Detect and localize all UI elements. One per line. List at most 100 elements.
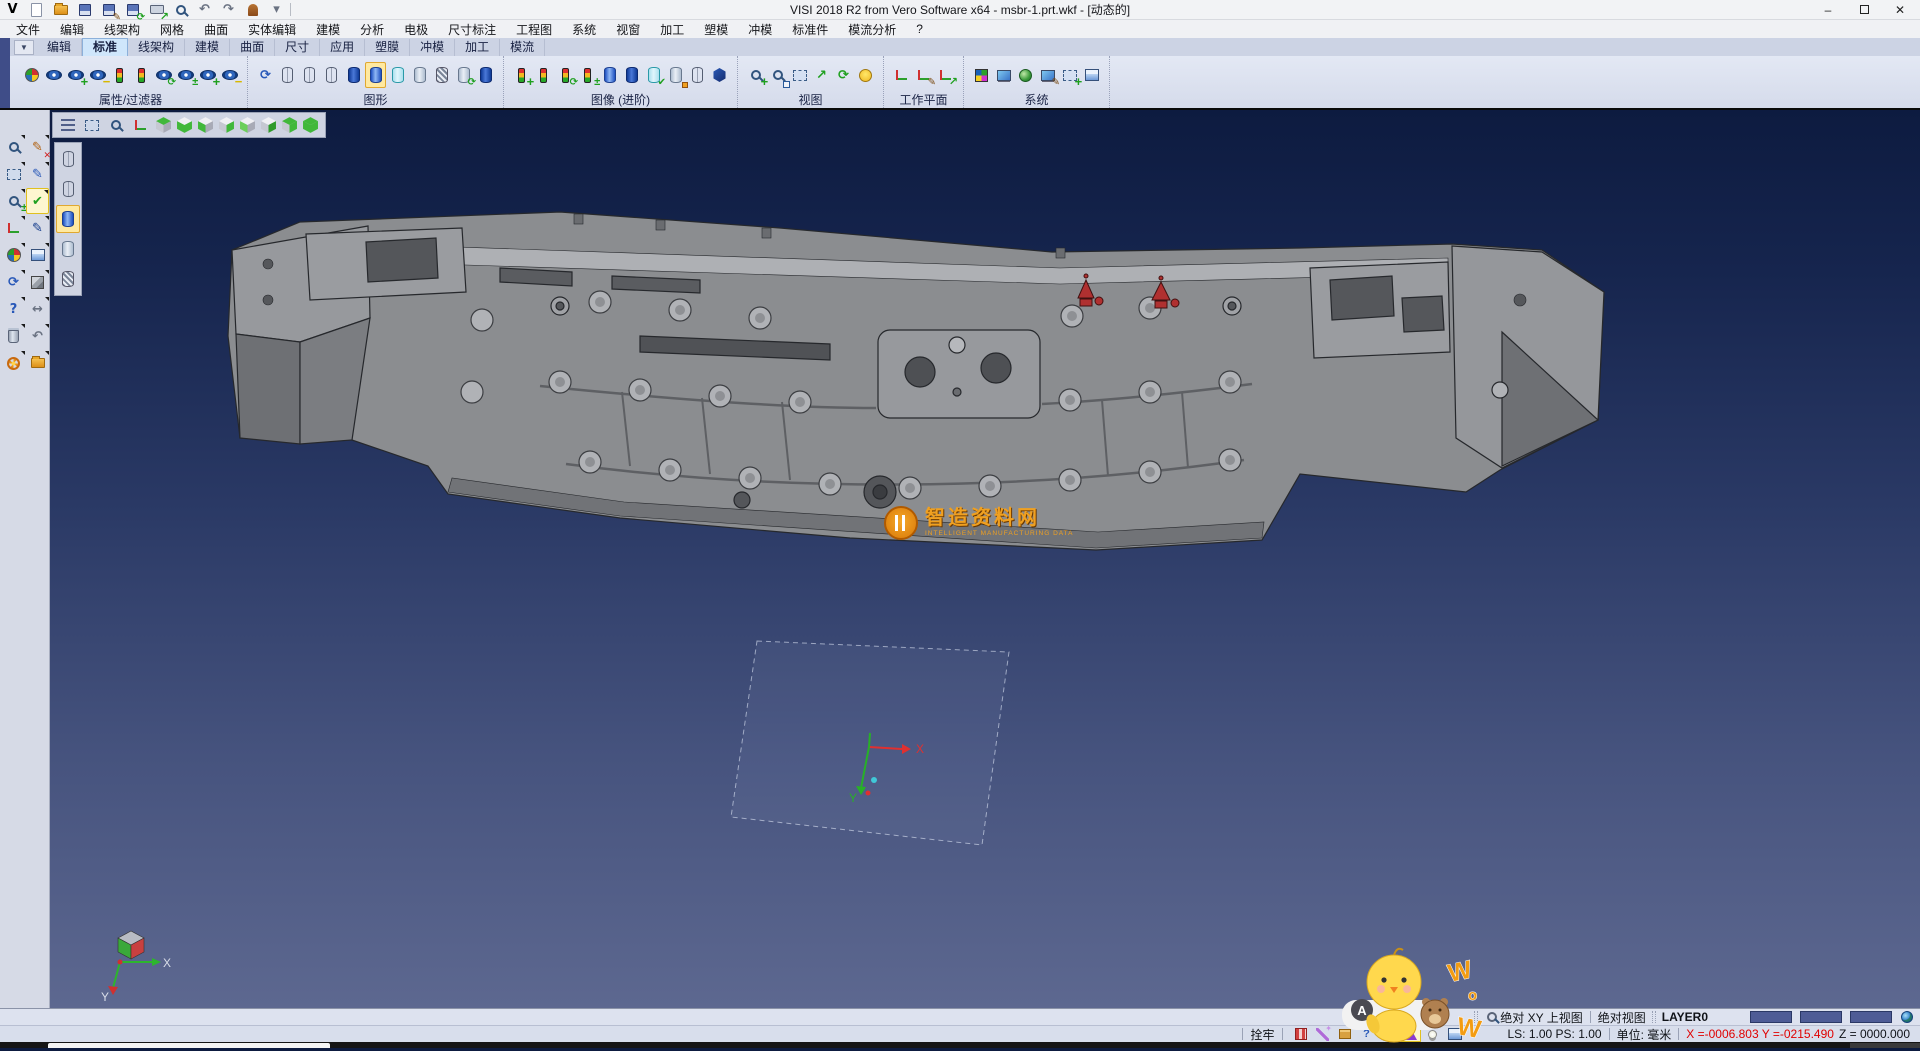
layer-color-swatch[interactable] [1800, 1011, 1842, 1023]
ribbon-tab[interactable]: 曲面 [230, 39, 275, 56]
system-grid-icon[interactable] [1081, 62, 1102, 88]
layer-window-icon[interactable] [26, 242, 49, 268]
cad-model[interactable] [228, 212, 1604, 550]
layer-color-swatch[interactable] [1750, 1011, 1792, 1023]
menu-item[interactable]: 标准件 [782, 20, 838, 39]
view-bottom-cube-icon[interactable] [176, 117, 193, 134]
menu-item[interactable]: 尺寸标注 [438, 20, 506, 39]
view-iso-cube-icon[interactable] [281, 117, 298, 134]
workplane-align-icon[interactable] [935, 62, 956, 88]
new-file-icon[interactable] [26, 0, 47, 23]
app-logo-icon[interactable]: V [2, 0, 23, 23]
menu-item[interactable]: 工程图 [506, 20, 562, 39]
wireframe-display-icon[interactable] [277, 62, 298, 88]
strip-flat-icon[interactable] [56, 235, 80, 263]
open-file-icon[interactable] [50, 0, 71, 23]
ribbon-tab[interactable]: 应用 [320, 39, 365, 56]
pan-view-icon[interactable]: ↗ [811, 62, 832, 88]
ribbon-tab[interactable]: 塑膜 [365, 39, 410, 56]
redo-icon[interactable]: ↷ [218, 0, 239, 23]
ribbon-tab[interactable]: 建模 [185, 39, 230, 56]
strip-hiddenline-icon[interactable] [56, 175, 80, 203]
confirm-check-icon[interactable]: ✔ [26, 188, 49, 214]
advanced-toggle-icon[interactable] [577, 62, 598, 88]
erase-entities-icon[interactable]: ✎ [26, 134, 49, 160]
invert-visibility-icon[interactable] [175, 62, 196, 88]
menu-item[interactable]: 模流分析 [838, 20, 906, 39]
system-select-icon[interactable] [1059, 62, 1080, 88]
regen-view-icon[interactable]: ⟳ [2, 269, 25, 295]
ribbon-tab[interactable]: 标准 [82, 38, 128, 56]
info-help-icon[interactable]: ? [2, 296, 25, 322]
export-save-icon[interactable] [122, 0, 143, 23]
attributes-palette-icon[interactable] [2, 242, 25, 268]
view-front-cube-icon[interactable] [239, 117, 256, 134]
menu-item[interactable]: 分析 [350, 20, 394, 39]
maximize-button[interactable] [1846, 0, 1882, 19]
menu-item[interactable]: 建模 [306, 20, 350, 39]
solid-display-icon[interactable] [599, 62, 620, 88]
show-all-icon[interactable] [197, 62, 218, 88]
viewport-canvas[interactable]: X Y X Y [0, 110, 1920, 1008]
absolute-view-indicator[interactable]: 绝对视图 [1598, 1009, 1646, 1026]
strip-hatch-icon[interactable] [56, 265, 80, 293]
ghost-display-icon[interactable] [687, 62, 708, 88]
advanced-filter-icon[interactable] [511, 62, 532, 88]
view-left-cube-icon[interactable] [197, 117, 214, 134]
undo-action-icon[interactable]: ↶ [26, 323, 49, 349]
menu-item[interactable]: 加工 [650, 20, 694, 39]
zoom-window-view-icon[interactable] [767, 62, 788, 88]
system-windows-icon[interactable] [1037, 62, 1058, 88]
faceted-sphere-icon[interactable] [709, 62, 730, 88]
save-as-icon[interactable] [98, 0, 119, 23]
layer-color-swatch[interactable] [1850, 1011, 1892, 1023]
view-mode-indicator[interactable]: 绝对 XY 上视图 [1500, 1009, 1582, 1026]
zoom-dynamic-icon[interactable] [105, 114, 127, 136]
approval-stamp-icon[interactable] [242, 0, 263, 23]
delete-trash-icon[interactable] [2, 323, 25, 349]
viewport-3d[interactable]: X Y X Y [0, 110, 1920, 1008]
snap-grid-icon[interactable] [1291, 1027, 1311, 1042]
eye-view-icon[interactable] [855, 62, 876, 88]
solid-outline-icon[interactable] [621, 62, 642, 88]
filter-traffic-icon[interactable] [109, 62, 130, 88]
minimize-button[interactable]: – [1810, 0, 1846, 19]
select-frame-icon[interactable] [2, 161, 25, 187]
transparent-display-icon[interactable] [387, 62, 408, 88]
system-display-icon[interactable] [993, 62, 1014, 88]
system-colors-icon[interactable] [971, 62, 992, 88]
check-display-icon[interactable] [643, 62, 664, 88]
workplane-new-icon[interactable] [891, 62, 912, 88]
hide-all-icon[interactable] [219, 62, 240, 88]
menu-item[interactable]: ? [906, 21, 933, 37]
edit-curve-icon[interactable]: ✎ [26, 161, 49, 187]
ribbon-collapse-chevron-icon[interactable]: ▼ [14, 40, 34, 55]
hide-entities-icon[interactable] [87, 62, 108, 88]
zoom-scale-icon[interactable] [2, 188, 25, 214]
show-entities-icon[interactable] [65, 62, 86, 88]
ribbon-tab[interactable]: 模流 [500, 39, 545, 56]
magic-wand-icon[interactable] [1313, 1027, 1333, 1042]
view-axo-cube-icon[interactable] [302, 117, 319, 134]
zoom-fly-icon[interactable] [2, 134, 25, 160]
ucs-axes-icon[interactable] [2, 215, 25, 241]
ribbon-tab[interactable]: 冲模 [410, 39, 455, 56]
flat-display-icon[interactable] [409, 62, 430, 88]
menu-item[interactable]: 系统 [562, 20, 606, 39]
preview-icon[interactable] [170, 0, 191, 23]
multi-display-icon[interactable] [453, 62, 474, 88]
workplane-edit-icon[interactable] [913, 62, 934, 88]
view-back-cube-icon[interactable] [260, 117, 277, 134]
strip-shaded-icon[interactable] [56, 205, 80, 233]
ribbon-tab[interactable]: 加工 [455, 39, 500, 56]
menu-item[interactable]: 冲模 [738, 20, 782, 39]
render-display-icon[interactable] [475, 62, 496, 88]
zoom-plus-view-icon[interactable] [745, 62, 766, 88]
open-project-icon[interactable] [26, 350, 49, 376]
shaded-dark-display-icon[interactable] [343, 62, 364, 88]
print-icon[interactable] [146, 0, 167, 23]
zoom-extents-icon[interactable] [789, 62, 810, 88]
hiddenline-display-icon[interactable] [299, 62, 320, 88]
save-file-icon[interactable] [74, 0, 95, 23]
spline-pencil-icon[interactable]: ✎ [26, 215, 49, 241]
